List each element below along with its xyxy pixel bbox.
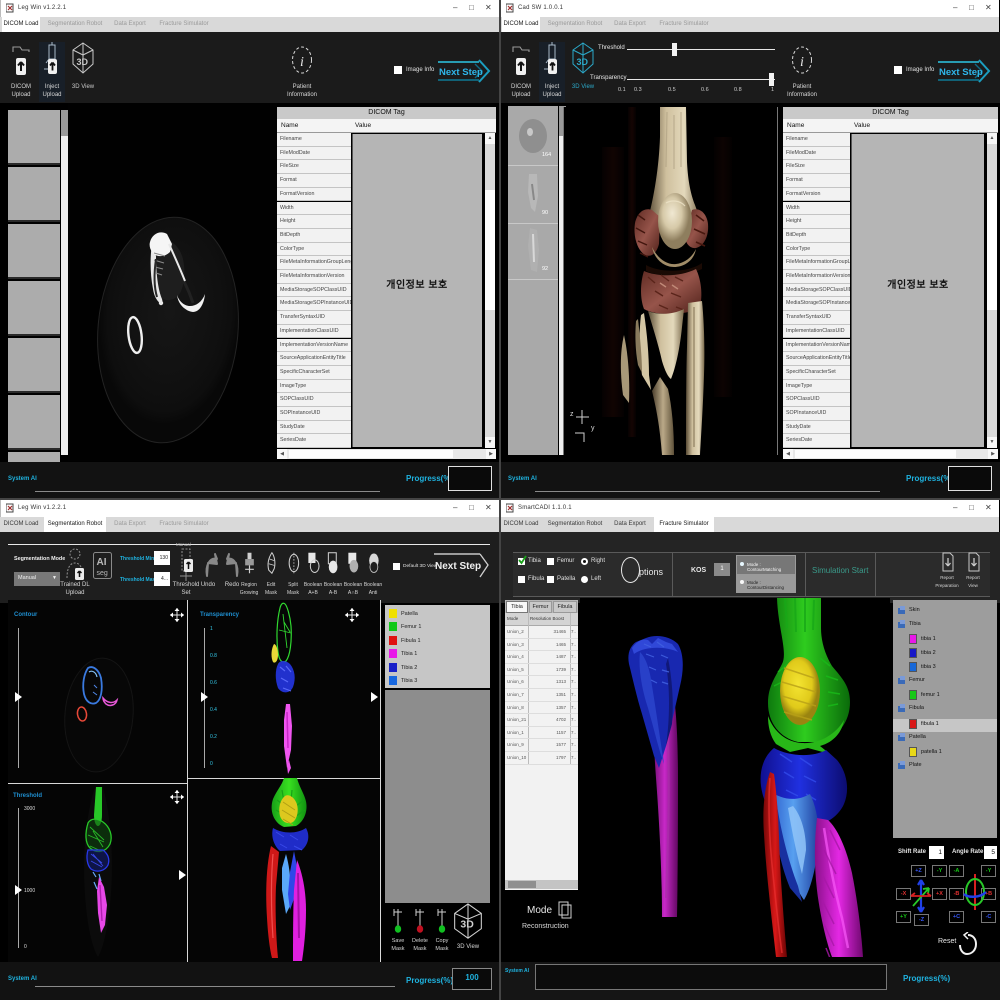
svg-text:seg: seg — [97, 570, 108, 577]
svg-text:AI: AI — [97, 557, 107, 568]
svg-text:3D: 3D — [77, 57, 89, 67]
svg-text:z: z — [570, 411, 574, 418]
svg-text:i: i — [800, 55, 804, 70]
svg-text:Next Step: Next Step — [435, 561, 481, 572]
svg-text:y: y — [591, 425, 595, 432]
svg-text:Next Step: Next Step — [939, 67, 983, 78]
svg-text:i: i — [300, 55, 304, 70]
svg-text:Next Step: Next Step — [439, 67, 483, 78]
svg-text:3D: 3D — [460, 920, 474, 931]
svg-text:3D: 3D — [577, 57, 589, 67]
